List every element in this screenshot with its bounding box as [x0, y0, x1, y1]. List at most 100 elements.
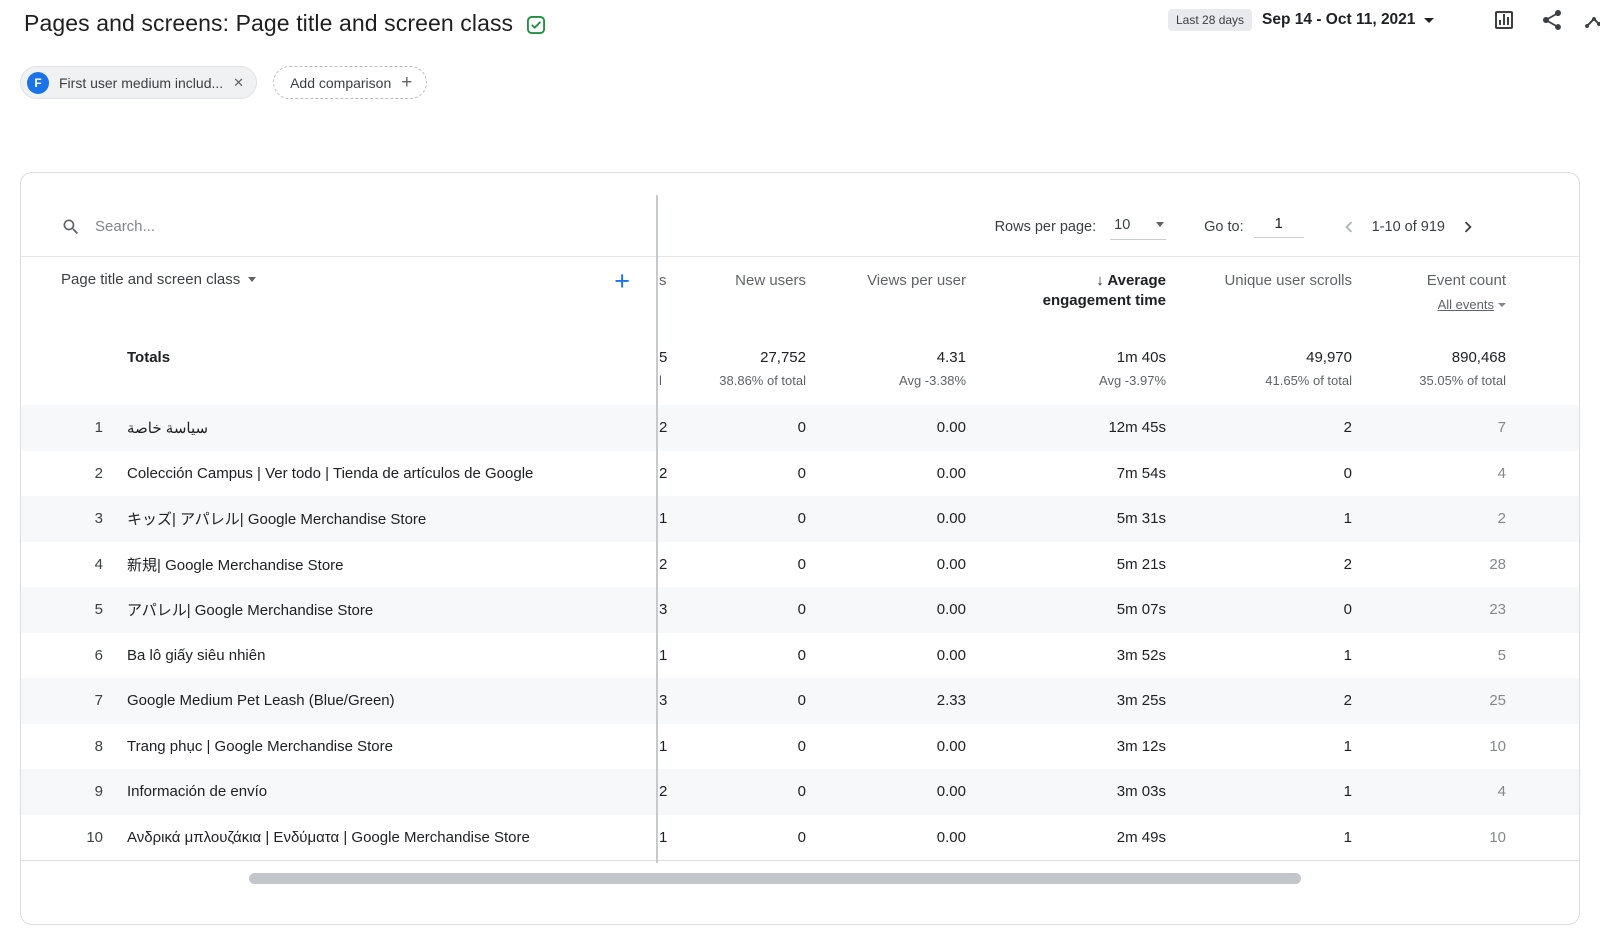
totals-views-per-user: 4.31 Avg -3.38%	[806, 349, 966, 388]
engagement-time-cell: 5m 07s	[966, 601, 1166, 618]
new-users-cell: 0	[678, 783, 806, 800]
close-icon[interactable]: ✕	[233, 75, 244, 91]
event-count-cell: 5	[1352, 647, 1506, 664]
table-row: 3 キッズ| アパレル| Google Merchandise Store 1 …	[21, 496, 1579, 542]
column-header-unique-user-scrolls[interactable]: Unique user scrolls	[1166, 271, 1352, 291]
event-count-cell: 2	[1352, 510, 1506, 527]
chevron-down-icon	[1498, 303, 1506, 307]
share-icon[interactable]	[1540, 8, 1564, 32]
new-users-cell: 0	[678, 465, 806, 482]
goto-page-input[interactable]	[1254, 215, 1304, 238]
scrolls-cell: 1	[1166, 738, 1352, 755]
table-row: 8 Trang phục | Google Merchandise Store …	[21, 724, 1579, 770]
engagement-time-cell: 3m 03s	[966, 783, 1166, 800]
column-header-avg-engagement-time[interactable]: ↓ Average engagement time	[966, 271, 1166, 312]
row-number: 5	[61, 601, 103, 618]
scrolls-cell: 2	[1166, 556, 1352, 573]
page-title-cell: Trang phục | Google Merchandise Store	[127, 738, 393, 755]
page-title-cell: アパレル| Google Merchandise Store	[127, 599, 373, 620]
new-users-cell: 0	[678, 419, 806, 436]
table-row: 4 新規| Google Merchandise Store 2 0 0.00 …	[21, 542, 1579, 588]
page-title-cell: Información de envío	[127, 783, 267, 800]
table-row: 10 Ανδρικά μπλουζάκια | Ενδύματα | Googl…	[21, 815, 1579, 861]
new-users-cell: 0	[678, 738, 806, 755]
table-row: 5 アパレル| Google Merchandise Store 3 0 0.0…	[21, 587, 1579, 633]
page-title-cell: 新規| Google Merchandise Store	[127, 554, 344, 575]
users-value-partial: 1	[656, 647, 678, 664]
users-value-partial: 2	[656, 556, 678, 573]
table-row: 2 Colección Campus | Ver todo | Tienda d…	[21, 451, 1579, 497]
rows-per-page-select[interactable]: 10	[1110, 214, 1166, 240]
header-toolbar: Last 28 days Sep 14 - Oct 11, 2021	[1168, 8, 1600, 32]
totals-events: 890,468 35.05% of total	[1352, 349, 1506, 388]
new-users-cell: 0	[678, 556, 806, 573]
event-count-cell: 10	[1352, 829, 1506, 846]
table-row: 6 Ba lô giấy siêu nhiên 1 0 0.00 3m 52s …	[21, 633, 1579, 679]
goto-label: Go to:	[1204, 219, 1244, 235]
scrolls-cell: 0	[1166, 601, 1352, 618]
column-header-new-users[interactable]: New users	[678, 271, 806, 291]
views-per-user-cell: 0.00	[806, 829, 966, 846]
page-title-cell: Ba lô giấy siêu nhiên	[127, 647, 265, 664]
dimension-header-dropdown[interactable]: Page title and screen class	[61, 271, 256, 288]
scrolls-cell: 1	[1166, 783, 1352, 800]
scrolls-cell: 1	[1166, 647, 1352, 664]
views-per-user-cell: 0.00	[806, 783, 966, 800]
pagination-range: 1-10 of 919	[1372, 219, 1445, 235]
event-filter-dropdown[interactable]: All events	[1352, 296, 1506, 314]
pagination-controls: Rows per page: 10 Go to: 1-10 of 919	[995, 214, 1479, 240]
chevron-down-icon	[1156, 222, 1164, 227]
event-count-cell: 23	[1352, 601, 1506, 618]
data-quality-check-icon[interactable]	[525, 14, 547, 36]
page-title-cell: Google Medium Pet Leash (Blue/Green)	[127, 692, 395, 709]
chart-icon[interactable]	[1492, 8, 1516, 32]
table-toolbar: Rows per page: 10 Go to: 1-10 of 919	[21, 173, 1579, 257]
engagement-time-cell: 3m 12s	[966, 738, 1166, 755]
engagement-time-cell: 3m 52s	[966, 647, 1166, 664]
date-range-selector[interactable]: Sep 14 - Oct 11, 2021	[1262, 11, 1415, 29]
rows-per-page-label: Rows per page:	[995, 219, 1097, 235]
page-title-cell: سياسة خاصة	[127, 419, 208, 437]
engagement-time-cell: 2m 49s	[966, 829, 1166, 846]
search-icon	[61, 217, 81, 237]
row-number: 2	[61, 465, 103, 482]
add-column-button[interactable]: +	[614, 271, 630, 291]
new-users-cell: 0	[678, 829, 806, 846]
page-header: Pages and screens: Page title and screen…	[24, 10, 547, 37]
users-value-partial: 3	[656, 601, 678, 618]
users-value-partial: 1	[656, 829, 678, 846]
next-page-button[interactable]	[1457, 216, 1479, 238]
scrolls-cell: 1	[1166, 829, 1352, 846]
row-number: 4	[61, 556, 103, 573]
comparison-chip[interactable]: F First user medium includ... ✕	[20, 66, 257, 99]
table-body: 1 سياسة خاصة 2 0 0.00 12m 45s 2 7 2 Cole…	[21, 405, 1579, 861]
row-number: 7	[61, 692, 103, 709]
plus-icon: +	[401, 73, 412, 92]
totals-row: Totals 5 l 27,752 38.86% of total 4.31 A…	[21, 333, 1579, 405]
totals-scrolls: 49,970 41.65% of total	[1166, 349, 1352, 388]
column-header-views-per-user[interactable]: Views per user	[806, 271, 966, 291]
engagement-time-cell: 12m 45s	[966, 419, 1166, 436]
totals-new-users: 27,752 38.86% of total	[678, 349, 806, 388]
totals-label: Totals	[127, 349, 170, 366]
search-input[interactable]	[95, 218, 475, 235]
page-title-cell: Colección Campus | Ver todo | Tienda de …	[127, 465, 533, 482]
comparison-chip-label: First user medium includ...	[59, 75, 223, 91]
users-value-partial: 1	[656, 738, 678, 755]
views-per-user-cell: 0.00	[806, 601, 966, 618]
column-header-event-count[interactable]: Event count All events	[1352, 271, 1506, 314]
views-per-user-cell: 0.00	[806, 510, 966, 527]
table-row: 9 Información de envío 2 0 0.00 3m 03s 1…	[21, 769, 1579, 815]
users-value-partial: 2	[656, 419, 678, 436]
rows-per-page-value: 10	[1114, 217, 1130, 233]
scrolls-cell: 2	[1166, 419, 1352, 436]
comparison-bar: F First user medium includ... ✕ Add comp…	[20, 66, 427, 99]
scrolls-cell: 1	[1166, 510, 1352, 527]
insights-icon[interactable]	[1584, 8, 1600, 32]
users-value-partial: 2	[656, 783, 678, 800]
views-per-user-cell: 0.00	[806, 738, 966, 755]
add-comparison-chip[interactable]: Add comparison +	[273, 66, 427, 99]
prev-page-button[interactable]	[1338, 216, 1360, 238]
horizontal-scrollbar[interactable]	[249, 873, 1301, 884]
table-row: 1 سياسة خاصة 2 0 0.00 12m 45s 2 7	[21, 405, 1579, 451]
